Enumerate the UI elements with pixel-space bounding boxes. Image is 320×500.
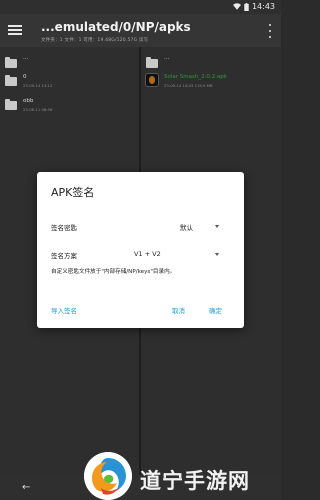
toolbar: ...emulated/0/NP/apks 文件夹：1 文件：1 可用：19.4… [0, 14, 281, 47]
list-item[interactable]: obb 23-06-11 08:56 [0, 97, 139, 119]
item-name: obb [23, 98, 34, 104]
folder-icon [5, 57, 17, 68]
sign-key-value: 默认 [180, 224, 193, 232]
battery-icon [244, 2, 249, 11]
sign-scheme-dropdown[interactable]: V1 + V2 [129, 246, 233, 260]
sign-scheme-value: V1 + V2 [134, 250, 161, 258]
chevron-down-icon [215, 225, 219, 228]
status-icons: 14:43 [232, 2, 275, 11]
folder-icon [146, 57, 158, 68]
clock: 14:43 [251, 2, 275, 11]
watermark-text: 道宁手游网 [140, 469, 250, 493]
path-title: ...emulated/0/NP/apks [41, 20, 191, 34]
list-item-apk[interactable]: Solar Smash_2.0.2.apk 23-09-14 14:43 119… [141, 73, 281, 95]
dialog-title: APK签名 [51, 186, 95, 199]
sign-scheme-label: 签名方案 [51, 252, 77, 260]
item-date: 23-06-11 08:56 [23, 107, 53, 112]
item-name: ... [164, 55, 170, 61]
sign-key-label: 签名密匙 [51, 224, 77, 232]
cancel-button[interactable]: 取消 [172, 305, 185, 315]
folder-icon [5, 75, 17, 86]
path-stats: 文件夹：1 文件：1 可用：19.48G/120.57G 读写 [41, 38, 149, 43]
chevron-down-icon [215, 253, 219, 256]
dialog-hint: 自定义密匙文件放于"内部存储/NP/keys"目录内。 [51, 269, 176, 275]
sign-key-dropdown[interactable]: 默认 [175, 218, 233, 232]
item-name: ... [23, 55, 29, 61]
list-item-parent[interactable]: ... [141, 53, 281, 75]
item-name: Solar Smash_2.0.2.apk [164, 74, 227, 80]
item-name: 0 [23, 74, 27, 80]
import-signature-button[interactable]: 导入签名 [51, 305, 77, 315]
apk-sign-dialog: APK签名 签名密匙 默认 签名方案 V1 + V2 自定义密匙文件放于"内部存… [37, 172, 244, 328]
item-date: 23-09-14 13:12 [23, 83, 53, 88]
confirm-button[interactable]: 确定 [209, 305, 222, 315]
status-bar: 14:43 [0, 0, 281, 14]
item-date: 23-09-14 14:43 119.0 MB [164, 83, 213, 88]
watermark-logo-icon [84, 452, 132, 500]
list-item-parent[interactable]: ... [0, 53, 139, 75]
hamburger-menu-icon[interactable] [8, 23, 22, 37]
folder-icon [5, 99, 17, 110]
more-options-icon[interactable] [267, 24, 273, 38]
wifi-icon [232, 3, 241, 10]
list-item[interactable]: 0 23-09-14 13:12 [0, 73, 139, 95]
apk-app-icon [145, 73, 159, 87]
back-arrow-icon[interactable]: ← [22, 482, 30, 493]
